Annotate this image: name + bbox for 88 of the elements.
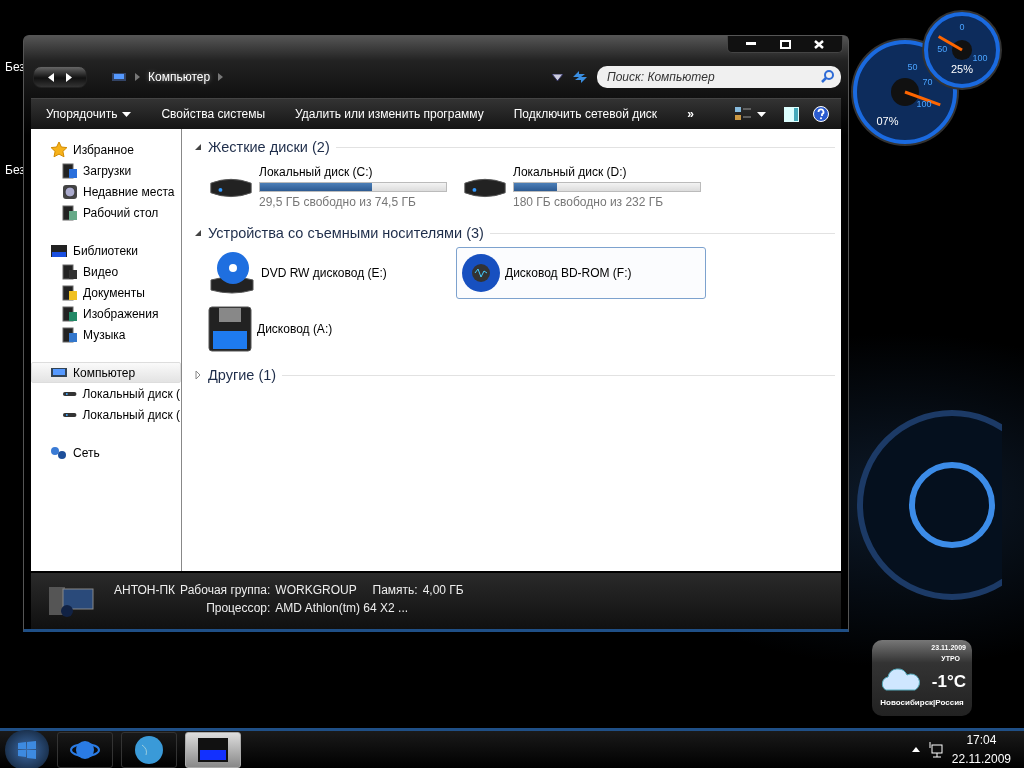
more-commands-button[interactable]: » bbox=[672, 99, 709, 129]
forward-arrow-icon bbox=[66, 72, 72, 82]
field-label: Процессор: bbox=[205, 601, 271, 617]
toolbar-button[interactable]: Подключить сетевой диск bbox=[498, 99, 673, 129]
documents-folder-icon bbox=[62, 284, 78, 301]
drive-item[interactable]: Локальный диск (D:) 180 ГБ свободно из 232 ГБ bbox=[456, 161, 706, 213]
nav-item[interactable]: Сеть bbox=[31, 442, 181, 463]
gauge-tick-label: 100 bbox=[972, 52, 988, 63]
preview-pane-icon bbox=[784, 106, 799, 122]
expand-arrow-icon bbox=[194, 371, 202, 379]
network-icon[interactable] bbox=[927, 741, 944, 758]
toolbar-button[interactable]: Свойства системы bbox=[146, 99, 281, 129]
gauge-tick-label: 70 bbox=[922, 76, 933, 87]
taskbar-app-button[interactable] bbox=[121, 731, 177, 768]
computer-icon bbox=[196, 735, 230, 764]
video-folder-icon bbox=[62, 263, 78, 280]
library-icon bbox=[50, 242, 68, 259]
nav-item[interactable]: Недавние места bbox=[31, 181, 181, 202]
network-icon bbox=[50, 445, 68, 460]
start-button[interactable] bbox=[5, 729, 49, 768]
field-value: AMD Athlon(tm) 64 X2 ... bbox=[275, 601, 410, 617]
disc-drive-icon bbox=[207, 250, 257, 296]
drive-item[interactable]: Локальный диск (C:) 29,5 ГБ свободно из 74,5 ГБ bbox=[202, 161, 452, 213]
field-label: Память: bbox=[371, 583, 418, 599]
breadcrumb-arrow-icon bbox=[135, 73, 140, 81]
gauge-reading: 25% bbox=[951, 63, 973, 76]
field-value: WORKGROUP bbox=[275, 583, 357, 599]
nav-item[interactable]: Библиотеки bbox=[31, 240, 181, 261]
clock[interactable]: 17:04 22.11.2009 bbox=[951, 733, 1011, 766]
nav-item[interactable]: Компьютер bbox=[31, 362, 181, 383]
temperature: -1°C bbox=[930, 671, 966, 692]
nav-item[interactable]: Рабочий стол bbox=[31, 202, 181, 223]
collapse-arrow-icon bbox=[194, 143, 202, 151]
windows-logo-icon bbox=[17, 740, 37, 759]
weather-location: Новосибирск|Россия bbox=[880, 697, 964, 709]
organize-menu[interactable]: Упорядочить bbox=[31, 99, 147, 129]
taskbar-app-button[interactable] bbox=[185, 731, 241, 768]
caret-icon bbox=[757, 111, 766, 117]
help-icon bbox=[813, 106, 829, 122]
nav-item[interactable]: Избранное bbox=[31, 139, 181, 160]
close-icon bbox=[814, 39, 824, 49]
history-dropdown-icon[interactable] bbox=[552, 73, 563, 81]
refresh-icon[interactable] bbox=[571, 69, 589, 85]
collapse-arrow-icon bbox=[194, 229, 202, 237]
time: 17:04 bbox=[966, 733, 997, 747]
floppy-icon bbox=[207, 305, 253, 353]
toolbar-button[interactable]: Удалить или изменить программу bbox=[280, 99, 499, 129]
show-hidden-icons-icon[interactable] bbox=[911, 747, 920, 752]
nav-item[interactable]: Загрузки bbox=[31, 160, 181, 181]
drive-item[interactable]: DVD RW дисковод (E:) bbox=[202, 247, 452, 299]
globe-icon bbox=[134, 734, 164, 765]
breadcrumb-item[interactable]: Компьютер bbox=[148, 70, 211, 84]
gauge-tick-label: 50 bbox=[937, 43, 948, 54]
gauge-reading: 07% bbox=[876, 114, 899, 127]
back-arrow-icon bbox=[48, 72, 54, 82]
drive-item[interactable]: Дисковод (A:) bbox=[202, 303, 452, 355]
drive-item[interactable]: Дисковод BD-ROM (F:) bbox=[456, 247, 706, 299]
breadcrumb-arrow-icon bbox=[218, 73, 224, 81]
nav-item[interactable]: Локальный диск ( bbox=[31, 404, 181, 425]
caret-icon bbox=[122, 111, 132, 117]
search-field[interactable]: Поиск: Компьютер bbox=[597, 66, 841, 88]
nav-item[interactable]: Локальный диск ( bbox=[31, 383, 181, 404]
field-label: Рабочая группа: bbox=[180, 583, 271, 599]
computer-icon bbox=[111, 71, 127, 83]
pictures-folder-icon bbox=[62, 305, 78, 322]
nav-item[interactable]: Изображения bbox=[31, 303, 181, 324]
view-icon bbox=[735, 107, 752, 121]
computer-name: АНТОН-ПК bbox=[114, 583, 176, 599]
minimize-icon bbox=[746, 42, 756, 46]
nav-item[interactable]: Документы bbox=[31, 282, 181, 303]
group-header[interactable]: Устройства со съемными носителями (3) bbox=[194, 221, 835, 245]
gauge-tick-label: 100 bbox=[916, 99, 932, 109]
nav-item[interactable]: Музыка bbox=[31, 324, 181, 345]
desktop-folder-icon bbox=[62, 204, 78, 221]
group-header[interactable]: Другие (1) bbox=[194, 363, 835, 387]
maximize-icon bbox=[779, 39, 791, 49]
search-icon[interactable] bbox=[821, 70, 834, 83]
music-folder-icon bbox=[62, 326, 78, 343]
gauge-tick-label: 0 bbox=[959, 22, 965, 33]
back-forward-buttons[interactable] bbox=[33, 66, 87, 88]
field-value: 4,00 ГБ bbox=[422, 583, 464, 599]
star-icon bbox=[50, 140, 68, 159]
gauge-tick-label: 50 bbox=[907, 61, 918, 72]
nav-item[interactable]: Видео bbox=[31, 261, 181, 282]
date: 22.11.2009 bbox=[951, 752, 1011, 766]
computer-icon bbox=[50, 365, 68, 380]
downloads-folder-icon bbox=[62, 162, 78, 179]
group-header[interactable]: Жесткие диски (2) bbox=[194, 135, 835, 159]
